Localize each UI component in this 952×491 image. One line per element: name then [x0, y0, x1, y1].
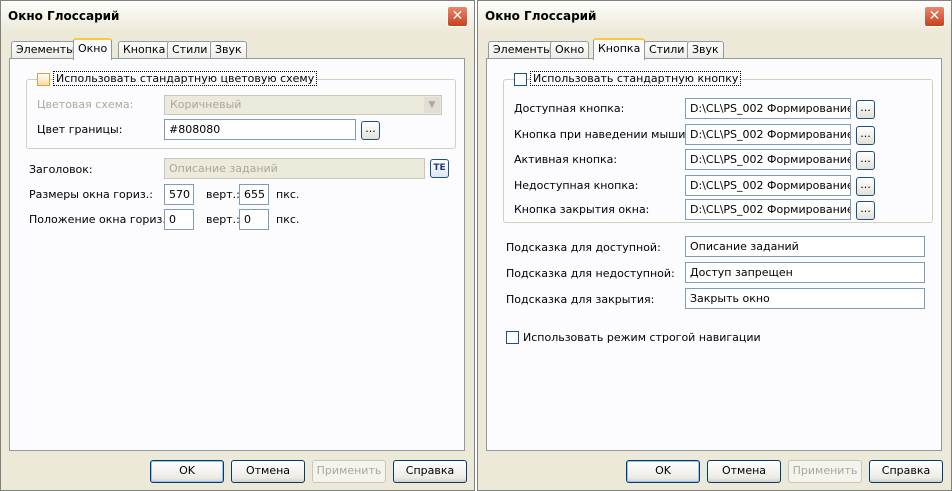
hint-label: Подсказка для закрытия:: [506, 293, 655, 306]
use-standard-scheme-checkbox[interactable]: [37, 73, 50, 86]
help-button[interactable]: Справка: [393, 460, 467, 483]
ok-button[interactable]: OK: [626, 460, 700, 483]
tab-sound[interactable]: Звук: [687, 41, 724, 59]
color-scheme-label: Цветовая схема:: [37, 98, 134, 111]
button-image-field[interactable]: D:\CL\PS_002 Формирование: [685, 98, 851, 119]
tab-sound[interactable]: Звук: [210, 41, 247, 59]
apply-button[interactable]: Применить: [788, 460, 862, 483]
tab-styles[interactable]: Стили: [644, 41, 690, 59]
strict-navigation-checkbox[interactable]: [506, 331, 519, 344]
tab-window[interactable]: Окно: [73, 38, 113, 60]
border-color-label: Цвет границы:: [37, 123, 123, 136]
chevron-down-icon: ▼: [424, 97, 440, 113]
window-position-label: Положение окна гориз.:: [29, 213, 170, 226]
hint-label: Подсказка для недоступной:: [506, 267, 675, 280]
use-standard-button-label[interactable]: Использовать стандартную кнопку: [529, 71, 742, 86]
active-image-field[interactable]: D:\CL\PS_002 Формирование: [685, 149, 851, 170]
browse-button[interactable]: ...: [856, 126, 875, 145]
window-height-field[interactable]: 655: [239, 184, 269, 205]
dialog-title: Окно Глоссарий: [8, 9, 120, 23]
window-x-field[interactable]: 0: [164, 209, 194, 230]
close-image-field[interactable]: D:\CL\PS_002 Формирование: [685, 199, 851, 220]
cancel-button[interactable]: Отмена: [707, 460, 781, 483]
title-bar[interactable]: Окно Глоссарий ✕: [1, 1, 474, 33]
tab-button[interactable]: Кнопка: [593, 38, 646, 60]
hover-image-field[interactable]: D:\CL\PS_002 Формирование: [685, 124, 851, 145]
color-scheme-value: Коричневый: [170, 98, 242, 111]
text-editor-button[interactable]: TE: [430, 159, 449, 178]
enabled-hint-field[interactable]: Описание заданий: [685, 236, 925, 257]
cancel-button[interactable]: Отмена: [231, 460, 305, 483]
browse-button[interactable]: ...: [856, 201, 875, 220]
tab-panel-window: Использовать стандартную цветовую схему …: [9, 58, 465, 451]
vert-label: верт.:: [206, 213, 240, 226]
tab-elements[interactable]: Элементы: [11, 41, 80, 59]
color-scheme-select: Коричневый ▼: [164, 95, 442, 115]
ok-button[interactable]: OK: [150, 460, 224, 483]
header-label: Заголовок:: [29, 163, 93, 176]
row-label: Доступная кнопка:: [514, 102, 625, 115]
browse-button[interactable]: ...: [856, 177, 875, 196]
px-label: пкс.: [276, 213, 300, 226]
close-hint-field[interactable]: Закрыть окно: [685, 288, 925, 309]
glossary-window-dialog: Окно Глоссарий ✕ Элементы Окно Кнопка Ст…: [0, 0, 475, 491]
window-size-label: Размеры окна гориз.:: [29, 188, 153, 201]
px-label: пкс.: [276, 188, 300, 201]
strict-navigation-label[interactable]: Использовать режим строгой навигации: [523, 331, 761, 344]
apply-button[interactable]: Применить: [312, 460, 386, 483]
header-field[interactable]: Описание заданий: [164, 158, 425, 179]
hint-label: Подсказка для доступной:: [506, 241, 661, 254]
title-bar[interactable]: Окно Глоссарий ✕: [478, 1, 951, 33]
dialog-title: Окно Глоссарий: [485, 9, 597, 23]
row-label: Кнопка при наведении мыши:: [514, 128, 690, 141]
row-label: Активная кнопка:: [514, 153, 618, 166]
close-icon[interactable]: ✕: [447, 6, 468, 27]
browse-button[interactable]: ...: [856, 151, 875, 170]
border-color-browse-button[interactable]: ...: [361, 121, 380, 140]
tab-elements[interactable]: Элементы: [488, 41, 557, 59]
window-y-field[interactable]: 0: [239, 209, 269, 230]
border-color-field[interactable]: #808080: [164, 119, 356, 140]
use-standard-button-checkbox[interactable]: [514, 73, 527, 86]
close-icon[interactable]: ✕: [924, 6, 945, 27]
glossary-button-dialog: Окно Глоссарий ✕ Элементы Окно Кнопка Ст…: [477, 0, 952, 491]
window-width-field[interactable]: 570: [164, 184, 194, 205]
row-label: Кнопка закрытия окна:: [514, 203, 650, 216]
vert-label: верт.:: [206, 188, 240, 201]
tab-button[interactable]: Кнопка: [118, 41, 171, 59]
tab-styles[interactable]: Стили: [167, 41, 213, 59]
row-label: Недоступная кнопка:: [514, 179, 639, 192]
tab-panel-button: Использовать стандартную кнопку Доступна…: [486, 58, 942, 451]
tab-window[interactable]: Окно: [550, 41, 590, 59]
use-standard-scheme-label[interactable]: Использовать стандартную цветовую схему: [52, 71, 318, 86]
disabled-image-field[interactable]: D:\CL\PS_002 Формирование: [685, 175, 851, 196]
help-button[interactable]: Справка: [869, 460, 943, 483]
browse-button[interactable]: ...: [856, 100, 875, 119]
disabled-hint-field[interactable]: Доступ запрещен: [685, 262, 925, 283]
